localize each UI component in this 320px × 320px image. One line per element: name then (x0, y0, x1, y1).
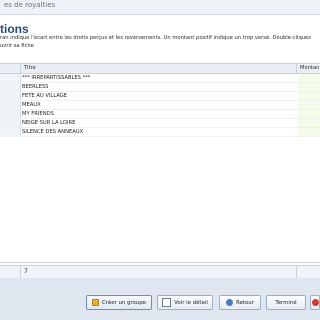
table-row[interactable]: NEIGE SUR LA LOIRE (0, 119, 320, 128)
grid-header: Titre Montan (0, 64, 320, 74)
view-detail-label: Voir le détail (174, 299, 208, 306)
page-description: ran indique l'écart entre les droits per… (0, 35, 320, 50)
back-arrow-icon (226, 299, 234, 306)
create-group-button[interactable]: Créer un groupe (86, 295, 152, 310)
description-line-1: ran indique l'écart entre les droits per… (0, 35, 311, 41)
column-separator (296, 266, 297, 278)
column-separator (296, 64, 297, 73)
column-separator (20, 266, 21, 278)
row-amount (298, 119, 320, 127)
row-selector[interactable] (0, 110, 21, 118)
row-selector[interactable] (0, 128, 21, 136)
table-row[interactable]: FETE AU VILLAGE (0, 92, 320, 101)
done-button[interactable]: Terminé (266, 295, 306, 310)
row-amount (298, 110, 320, 118)
column-header-title[interactable]: Titre (24, 65, 36, 71)
page-title: tions (0, 22, 29, 36)
table-row[interactable]: MY FRIENDS (0, 110, 320, 119)
row-selector[interactable] (0, 92, 21, 100)
close-button[interactable] (310, 295, 320, 310)
row-amount (298, 128, 320, 136)
grid-footer: 7 (0, 265, 320, 279)
row-count: 7 (24, 268, 28, 275)
done-label: Terminé (275, 299, 297, 306)
row-title: MY FRIENDS (22, 111, 54, 117)
row-title: *** IRREPARTISSABLES *** (22, 75, 91, 81)
row-amount (298, 92, 320, 100)
row-amount (298, 83, 320, 91)
row-title: FETE AU VILLAGE (22, 93, 68, 99)
window-title: es de royalties (4, 1, 56, 9)
row-title: MEAUX (22, 102, 41, 108)
table-row[interactable]: SILENCE DES ANNEAUX (0, 128, 320, 137)
table-row[interactable]: BEERLESS (0, 83, 320, 92)
back-label: Retour (236, 299, 254, 306)
row-amount (298, 101, 320, 109)
row-selector[interactable] (0, 74, 21, 82)
create-group-label: Créer un groupe (102, 299, 146, 306)
column-header-amount[interactable]: Montan (300, 65, 319, 71)
table-row[interactable]: *** IRREPARTISSABLES *** (0, 74, 320, 83)
row-selector[interactable] (0, 83, 21, 91)
row-selector[interactable] (0, 101, 21, 109)
row-amount (298, 74, 320, 82)
back-button[interactable]: Retour (219, 295, 261, 310)
row-title: NEIGE SUR LA LOIRE (22, 120, 76, 126)
window-titlebar: es de royalties (0, 0, 320, 15)
group-icon (92, 299, 100, 306)
detail-icon (162, 298, 172, 307)
row-selector[interactable] (0, 119, 21, 127)
row-title: BEERLESS (22, 84, 49, 90)
royalties-grid[interactable]: Titre Montan *** IRREPARTISSABLES *** BE… (0, 63, 320, 263)
view-detail-button[interactable]: Voir le détail (157, 295, 213, 310)
column-separator (20, 64, 21, 73)
table-row[interactable]: MEAUX (0, 101, 320, 110)
row-title: SILENCE DES ANNEAUX (22, 129, 84, 135)
description-line-2: uvrir sa fiche (0, 42, 34, 49)
bottom-toolbar: Créer un groupe Voir le détail Retour Te… (0, 278, 320, 320)
close-icon (311, 299, 319, 306)
grid-rows: *** IRREPARTISSABLES *** BEERLESS FETE A… (0, 74, 320, 137)
